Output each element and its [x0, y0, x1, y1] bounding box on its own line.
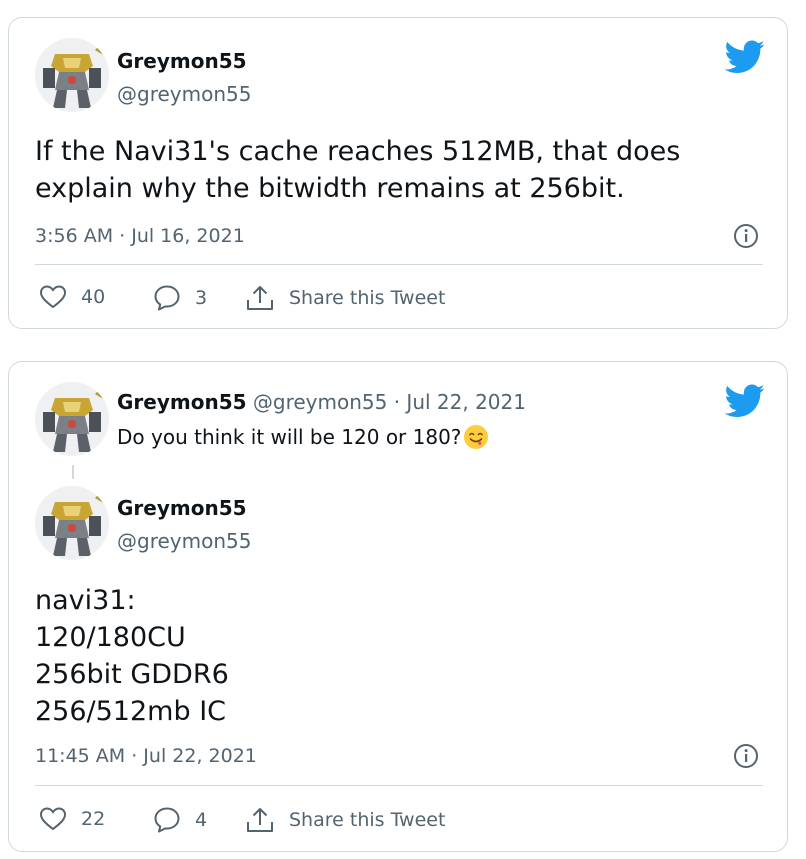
- share-button[interactable]: Share this Tweet: [245, 284, 445, 312]
- reply-count: 3: [195, 286, 208, 309]
- thread-connector-line: [72, 465, 74, 479]
- reply-bubble-icon: [154, 285, 180, 311]
- reply-bubble-icon: [154, 807, 180, 833]
- heart-icon: [39, 807, 67, 831]
- like-button[interactable]: 40: [39, 284, 105, 310]
- tweet-text-line: 256/512mb IC: [35, 696, 227, 727]
- share-icon: [247, 808, 273, 832]
- tweet-text-line: navi31:: [35, 585, 136, 616]
- twitter-bird-icon[interactable]: [725, 40, 765, 74]
- avatar-robot-image: [35, 486, 109, 560]
- reply-button[interactable]: 3: [153, 284, 207, 311]
- tweet-timestamp[interactable]: 11:45 AM · Jul 22, 2021: [35, 745, 257, 767]
- share-label: Share this Tweet: [289, 809, 446, 831]
- tweet-text-line: 120/180CU: [35, 622, 186, 653]
- like-count: 40: [81, 286, 106, 308]
- share-icon: [247, 286, 273, 310]
- avatar-robot-image: [35, 38, 109, 112]
- tweet-card-1[interactable]: Greymon55 @greymon55 If the Navi31's cac…: [8, 17, 788, 329]
- avatar-robot-image: [35, 382, 109, 456]
- like-count: 22: [81, 808, 106, 830]
- tweet-timestamp[interactable]: 3:56 AM · Jul 16, 2021: [35, 225, 245, 247]
- face-savoring-food-emoji: [464, 425, 489, 449]
- tweet-text-line: explain why the bitwidth remains at 256b…: [35, 173, 625, 204]
- display-name[interactable]: Greymon55: [117, 496, 247, 520]
- share-label: Share this Tweet: [289, 287, 446, 309]
- tweet-text: navi31: 120/180CU 256bit GDDR6 256/512mb…: [35, 582, 229, 730]
- user-handle[interactable]: @greymon55: [117, 529, 251, 553]
- info-icon[interactable]: [733, 223, 759, 249]
- share-button[interactable]: Share this Tweet: [245, 806, 445, 834]
- parent-tweet-text-content: Do you think it will be 120 or 180?: [117, 425, 462, 449]
- tweet-date[interactable]: · Jul 22, 2021: [394, 390, 526, 414]
- tweet-text-line: 256bit GDDR6: [35, 659, 229, 690]
- avatar[interactable]: [35, 38, 109, 112]
- like-button[interactable]: 22: [39, 806, 105, 832]
- display-name[interactable]: Greymon55: [117, 49, 247, 73]
- tweet-text-line: If the Navi31's cache reaches 512MB, tha…: [35, 136, 681, 167]
- parent-tweet-text: Do you think it will be 120 or 180?: [117, 424, 489, 450]
- tweet-text: If the Navi31's cache reaches 512MB, tha…: [35, 133, 680, 207]
- info-icon[interactable]: [733, 743, 759, 769]
- user-handle[interactable]: @greymon55: [253, 390, 387, 414]
- heart-icon: [39, 285, 67, 309]
- avatar[interactable]: [35, 382, 109, 456]
- divider: [35, 264, 763, 265]
- reply-count: 4: [195, 808, 208, 831]
- divider: [35, 785, 763, 786]
- avatar[interactable]: [35, 486, 109, 560]
- display-name[interactable]: Greymon55: [117, 390, 247, 414]
- tweet-card-2[interactable]: Greymon55 @greymon55 · Jul 22, 2021 Do y…: [8, 361, 788, 852]
- parent-tweet-header: Greymon55 @greymon55 · Jul 22, 2021: [117, 390, 526, 414]
- twitter-bird-icon[interactable]: [725, 384, 765, 418]
- user-handle[interactable]: @greymon55: [117, 82, 251, 106]
- reply-button[interactable]: 4: [153, 806, 207, 833]
